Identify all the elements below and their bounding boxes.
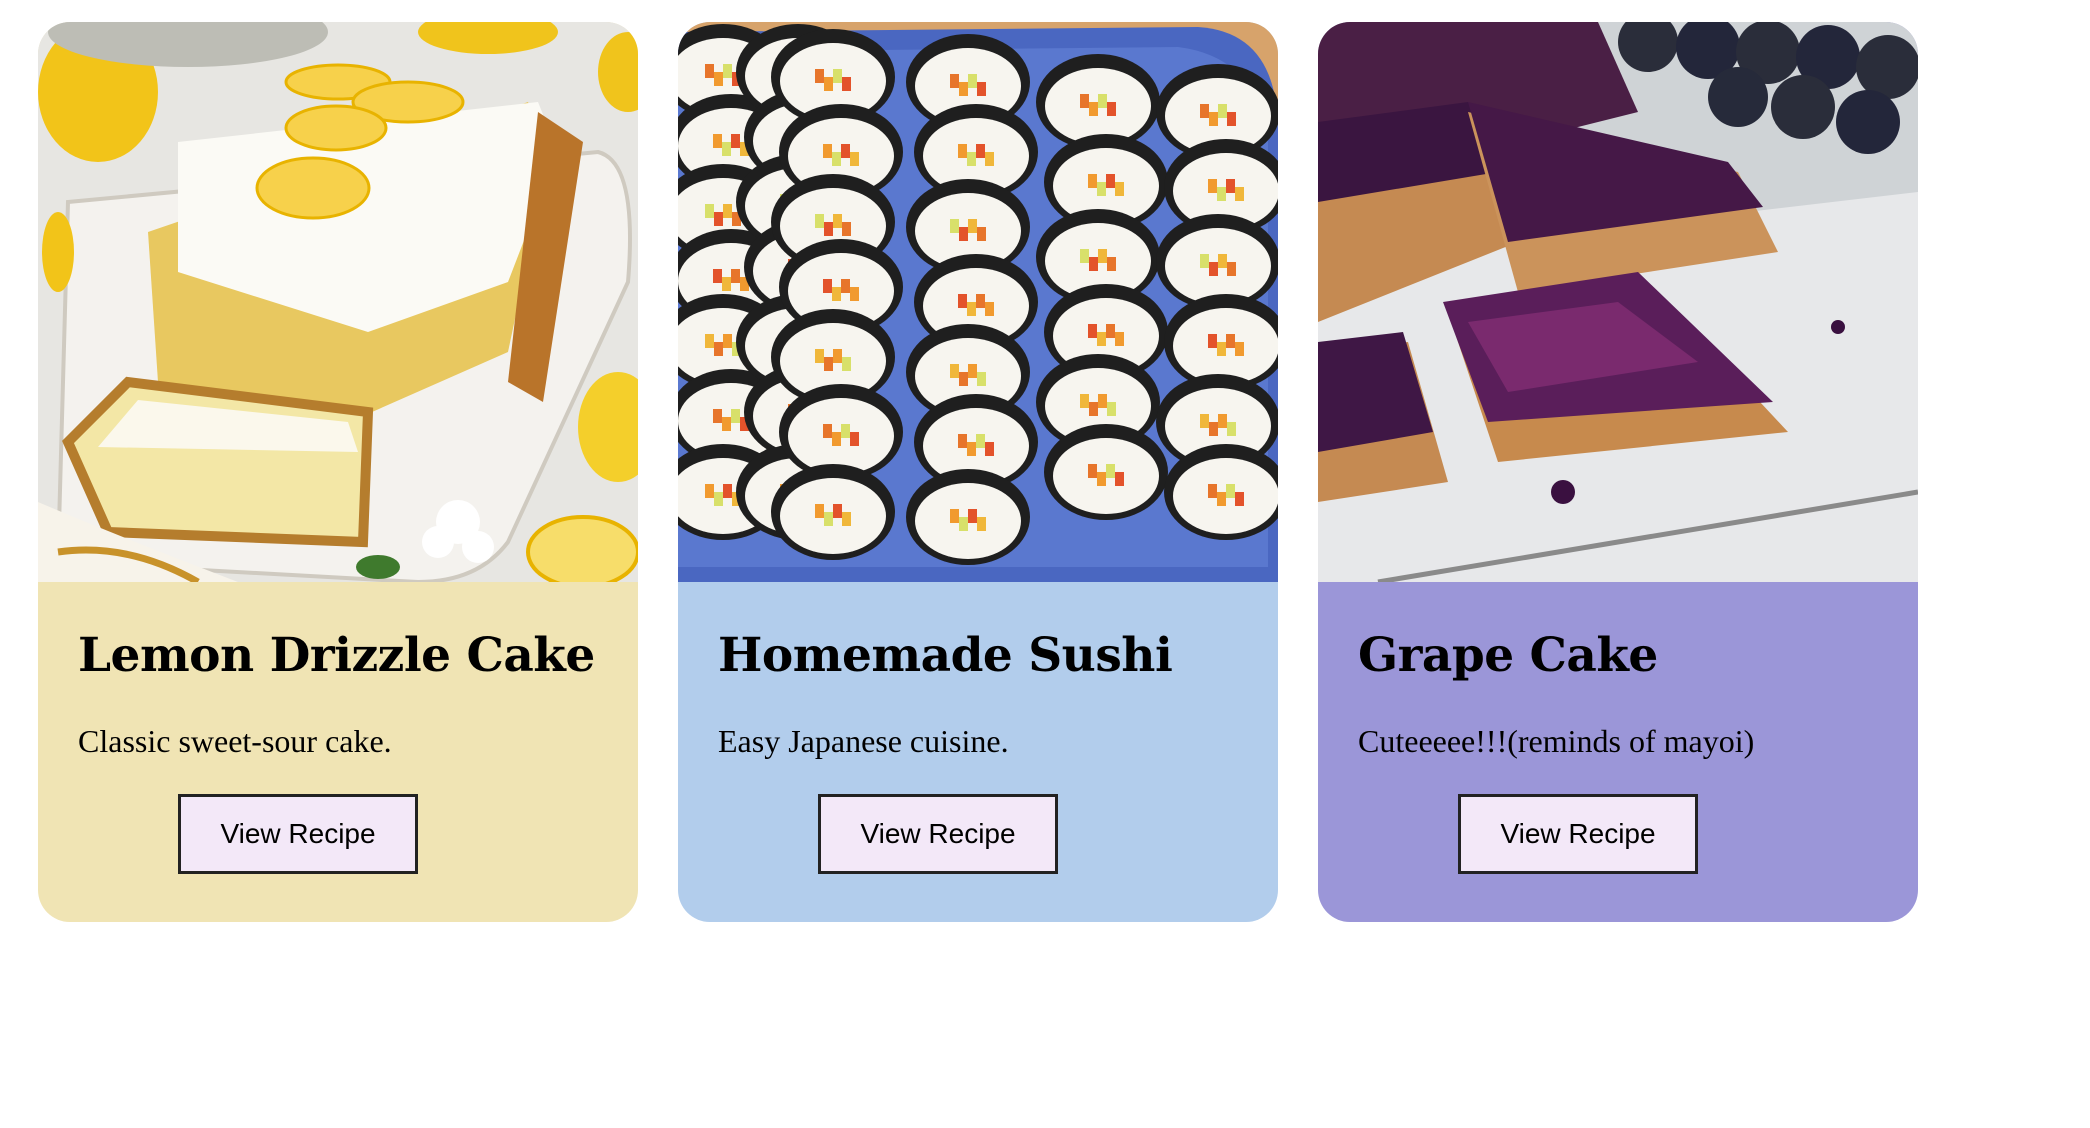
- recipe-title: Lemon Drizzle Cake: [78, 628, 595, 683]
- recipe-description: Cuteeeee!!!(reminds of mayoi): [1358, 722, 1755, 759]
- view-recipe-button[interactable]: View Recipe: [178, 794, 418, 874]
- recipe-description: Classic sweet-sour cake.: [78, 722, 392, 759]
- lemon-drizzle-cake-image: [38, 22, 638, 582]
- view-recipe-button[interactable]: View Recipe: [1458, 794, 1698, 874]
- recipe-title: Grape Cake: [1358, 628, 1658, 683]
- recipe-card-lemon-drizzle-cake: Lemon Drizzle Cake Classic sweet-sour ca…: [38, 22, 638, 922]
- recipe-card-list: Lemon Drizzle Cake Classic sweet-sour ca…: [38, 22, 1918, 922]
- recipe-description: Easy Japanese cuisine.: [718, 722, 1009, 759]
- recipe-card-body: Lemon Drizzle Cake Classic sweet-sour ca…: [38, 630, 638, 759]
- view-recipe-button[interactable]: View Recipe: [818, 794, 1058, 874]
- recipe-card-grape-cake: Grape Cake Cuteeeee!!!(reminds of mayoi)…: [1318, 22, 1918, 922]
- recipe-card-body: Grape Cake Cuteeeee!!!(reminds of mayoi): [1318, 630, 1918, 759]
- grape-cake-image: [1318, 22, 1918, 582]
- homemade-sushi-image: [678, 22, 1278, 582]
- recipe-card-body: Homemade Sushi Easy Japanese cuisine.: [678, 630, 1278, 759]
- recipe-title: Homemade Sushi: [718, 628, 1173, 683]
- recipe-card-homemade-sushi: Homemade Sushi Easy Japanese cuisine. Vi…: [678, 22, 1278, 922]
